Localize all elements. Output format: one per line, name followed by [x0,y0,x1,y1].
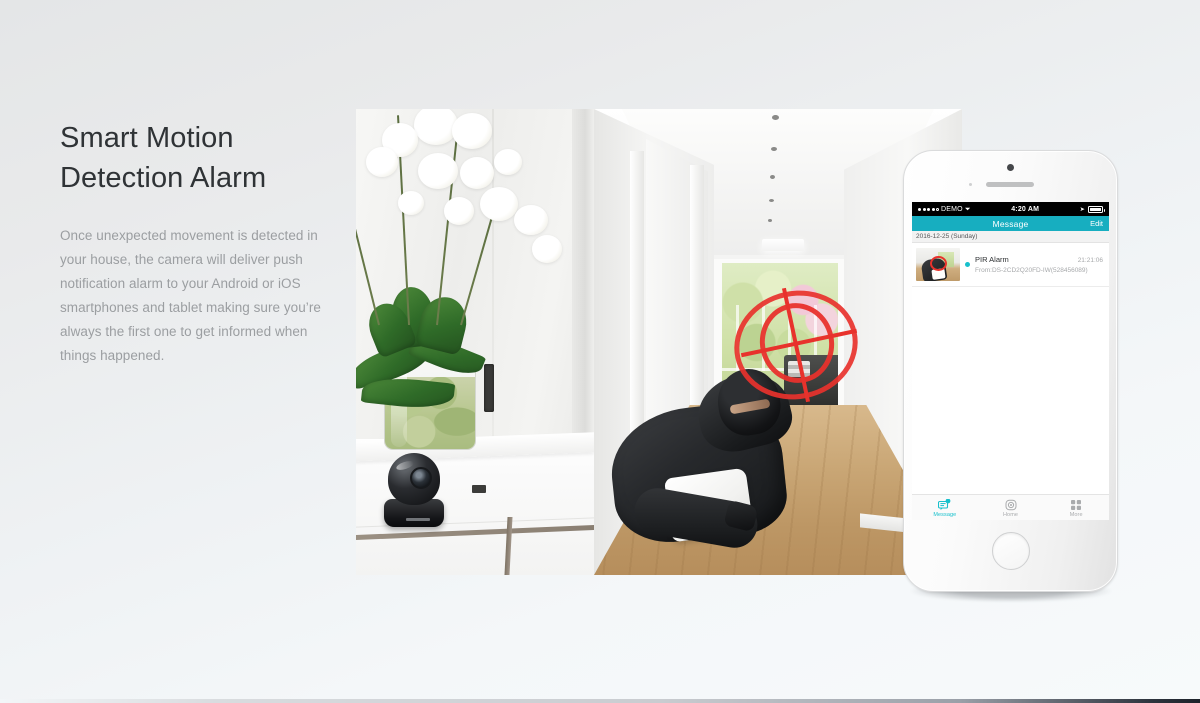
battery-icon [1088,205,1105,213]
iphone-mockup: DEMO ⏷ 4:20 AM ➤ Message Edit 2016-12-25… [903,150,1118,602]
message-title: PIR Alarm [975,255,1009,264]
message-source: From:DS-2CD2Q20FD-IW(528456089) [975,267,1088,274]
location-arrow-icon: ➤ [1079,206,1085,213]
grid-more-icon [1070,498,1082,511]
unread-dot-icon [965,262,970,267]
intruder-figure [605,289,826,575]
orchid-bloom [494,149,522,175]
ceiling-spotlight [772,115,779,120]
tab-more-label: More [1069,511,1083,518]
date-section-header: 2016-12-25 (Sunday) [912,231,1109,243]
status-bar-right: ➤ [1079,205,1105,213]
tab-message[interactable]: Message [912,498,978,518]
drawer-knob [472,485,486,493]
orchid-bloom [444,197,474,225]
ceiling-spotlight [770,175,775,179]
wifi-icon: ⏷ [964,205,971,213]
message-bubble-icon [938,498,951,511]
app-nav-bar: Message Edit [912,216,1109,231]
ceiling-light-panel [762,239,804,251]
orchid-bloom [398,191,424,215]
signal-dots-icon [918,207,939,211]
camera-brand-mark [406,518,430,521]
message-list-item[interactable]: PIR Alarm 21:21:06 From:DS-2CD2Q20FD-IW(… [912,243,1109,287]
orchid-bloom [366,147,398,177]
message-time: 21:21:06 [1077,257,1103,264]
status-bar-clock: 4:20 AM [1011,205,1040,213]
nav-title: Message [992,218,1029,229]
orchid-bloom [452,113,492,149]
home-camera-icon [1005,498,1017,511]
status-bar: DEMO ⏷ 4:20 AM ➤ [912,202,1109,216]
proximity-sensor-icon [969,183,972,186]
tab-home[interactable]: Home [978,498,1044,518]
orchid-bloom [418,153,458,189]
thumbnail-crosshair-icon [930,256,947,271]
earpiece-speaker [986,182,1034,187]
status-bar-left: DEMO ⏷ [918,206,971,213]
message-text-block: PIR Alarm 21:21:06 From:DS-2CD2Q20FD-IW(… [975,255,1103,274]
phone-screen: DEMO ⏷ 4:20 AM ➤ Message Edit 2016-12-25… [912,202,1109,520]
dome-security-camera [384,445,444,527]
home-button[interactable] [992,532,1030,570]
orchid-bloom [460,157,494,189]
carrier-label: DEMO [941,205,963,213]
bottom-divider [0,699,1200,703]
door-pull-handle [484,364,494,412]
camera-lens-icon [410,467,432,489]
intro-copy-block: Smart Motion Detection Alarm Once unexpe… [60,118,328,368]
photo-orchid-camera [356,109,594,575]
ceiling-spotlight [771,147,777,151]
page-title: Smart Motion Detection Alarm [60,122,267,194]
orchid-bloom [532,235,562,263]
tab-more[interactable]: More [1043,498,1109,518]
message-list-empty-area [912,287,1109,494]
app-tab-bar: Message Home More [912,494,1109,520]
edit-button[interactable]: Edit [1090,219,1103,228]
orchid-bloom [514,205,548,235]
tab-home-label: Home [1002,511,1019,518]
page-description: Once unexpected movement is detected in … [60,228,321,363]
tab-message-label: Message [933,511,957,518]
ceiling-spotlight [768,219,772,222]
ceiling-spotlight [769,199,774,202]
message-thumbnail[interactable] [916,248,960,281]
front-camera-icon [1007,164,1014,171]
orchid-bloom [480,187,518,221]
photo-band [356,109,962,575]
